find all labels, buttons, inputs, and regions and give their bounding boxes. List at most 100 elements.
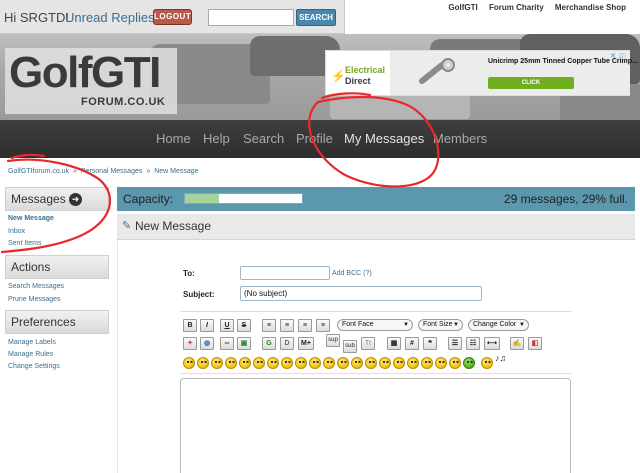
search-input[interactable] bbox=[208, 9, 294, 26]
superscript-button[interactable]: sup bbox=[326, 334, 340, 347]
table-icon[interactable]: ▦ bbox=[387, 337, 401, 350]
capacity-label: Capacity: bbox=[123, 192, 174, 206]
subject-field[interactable] bbox=[240, 286, 482, 301]
smiley-icon[interactable] bbox=[393, 357, 405, 369]
sidebar-prune-messages[interactable]: Prune Messages bbox=[8, 296, 61, 303]
site-logo[interactable]: GolfGTI FORUM.CO.UK bbox=[5, 48, 177, 114]
toggle-editor-icon[interactable]: ✍ bbox=[510, 337, 524, 350]
message-body-editor[interactable] bbox=[180, 378, 571, 473]
smiley-icon[interactable] bbox=[337, 357, 349, 369]
top-link-merchandise-shop[interactable]: Merchandise Shop bbox=[555, 3, 626, 12]
smiley-icon[interactable] bbox=[449, 357, 461, 369]
nav-help[interactable]: Help bbox=[203, 131, 230, 146]
sidebar-manage-rules[interactable]: Manage Rules bbox=[8, 351, 53, 358]
arrow-right-icon[interactable]: ➜ bbox=[69, 193, 82, 206]
smiley-icon[interactable] bbox=[239, 357, 251, 369]
smiley-icon[interactable] bbox=[463, 357, 475, 369]
ad-brand-logo: ⚡ Electrical Direct bbox=[328, 57, 390, 91]
font-face-select[interactable]: Font Face ▼ bbox=[337, 319, 413, 331]
unread-replies-link[interactable]: Unread Replies bbox=[65, 10, 155, 25]
sidebar-manage-labels[interactable]: Manage Labels bbox=[8, 339, 56, 346]
horizontal-rule-icon[interactable]: ⟷ bbox=[484, 337, 500, 350]
sidebar-search-messages[interactable]: Search Messages bbox=[8, 283, 64, 290]
nav-my-messages[interactable]: My Messages bbox=[344, 131, 424, 146]
top-link-forum-charity[interactable]: Forum Charity bbox=[489, 3, 544, 12]
smiley-icon[interactable] bbox=[481, 357, 493, 369]
breadcrumb-new-message[interactable]: New Message bbox=[154, 168, 198, 175]
italic-label: I bbox=[206, 322, 208, 329]
logo-main-text: GolfGTI bbox=[9, 48, 161, 97]
new-message-title: New Message bbox=[135, 219, 212, 233]
underline-button[interactable]: U bbox=[220, 319, 234, 332]
main-nav: Home Help Search Profile My Messages Mem… bbox=[0, 120, 640, 158]
image-icon[interactable]: ▣ bbox=[237, 337, 251, 350]
pen-icon: ✎ bbox=[122, 220, 132, 232]
nav-profile[interactable]: Profile bbox=[296, 131, 333, 146]
sidebar-inbox[interactable]: Inbox bbox=[8, 228, 25, 235]
smiley-icon[interactable] bbox=[323, 357, 335, 369]
strikethrough-button[interactable]: S bbox=[237, 319, 251, 332]
align-left-icon[interactable]: ≡ bbox=[262, 319, 276, 332]
smiley-icon[interactable] bbox=[267, 357, 279, 369]
bold-button[interactable]: B bbox=[183, 319, 197, 332]
nav-home[interactable]: Home bbox=[156, 131, 191, 146]
nav-search[interactable]: Search bbox=[243, 131, 284, 146]
spellcheck-icon[interactable]: ◧ bbox=[528, 337, 542, 350]
add-bcc-link[interactable]: Add BCC (?) bbox=[332, 270, 372, 277]
link-icon[interactable]: ∞ bbox=[220, 337, 234, 350]
top-link-golfgti[interactable]: GolfGTI bbox=[448, 3, 477, 12]
music-notes-icon[interactable]: ♪♫ bbox=[495, 353, 506, 363]
smiley-icon[interactable] bbox=[435, 357, 447, 369]
teletype-button[interactable]: Tt bbox=[361, 337, 375, 350]
logo-sub-text: FORUM.CO.UK bbox=[81, 96, 166, 108]
smiley-icon[interactable] bbox=[281, 357, 293, 369]
sidebar-change-settings[interactable]: Change Settings bbox=[8, 363, 60, 370]
bullet-list-icon[interactable]: ☰ bbox=[448, 337, 462, 350]
smiley-icon[interactable] bbox=[211, 357, 223, 369]
smiley-icon[interactable] bbox=[225, 357, 237, 369]
nav-members[interactable]: Members bbox=[433, 131, 487, 146]
smiley-icon[interactable] bbox=[183, 357, 195, 369]
change-color-select[interactable]: Change Color ▼ bbox=[468, 319, 529, 331]
sidebar-sent-items[interactable]: Sent Items bbox=[8, 240, 41, 247]
smiley-icon[interactable] bbox=[379, 357, 391, 369]
globe-icon[interactable]: ◍ bbox=[200, 337, 214, 350]
logout-button[interactable]: LOGOUT bbox=[153, 9, 192, 25]
strike-label: S bbox=[241, 322, 247, 329]
subscript-button[interactable]: sub bbox=[343, 340, 357, 353]
justify-icon[interactable]: ≡ bbox=[316, 319, 330, 332]
smiley-icon[interactable] bbox=[421, 357, 433, 369]
code-button[interactable]: # bbox=[405, 337, 419, 350]
align-right-icon[interactable]: ≡ bbox=[298, 319, 312, 332]
smiley-icon[interactable] bbox=[253, 357, 265, 369]
shadow-button[interactable]: D bbox=[280, 337, 294, 350]
smiley-icon[interactable] bbox=[197, 357, 209, 369]
flash-icon[interactable]: ✦ bbox=[183, 337, 197, 350]
italic-button[interactable]: I bbox=[200, 319, 214, 332]
ad-close-icon[interactable]: ✕ bbox=[610, 52, 616, 60]
sidebar-new-message[interactable]: New Message bbox=[8, 215, 54, 222]
capacity-status: 29 messages, 29% full. bbox=[503, 192, 628, 206]
ad-click-button[interactable]: CLICK bbox=[488, 77, 574, 89]
advertisement[interactable]: ⚡ Electrical Direct Unicrimp 25mm Tinned… bbox=[325, 50, 638, 96]
breadcrumb-personal-messages[interactable]: Personal Messages bbox=[81, 168, 142, 175]
to-label: To: bbox=[183, 269, 195, 278]
smiley-icon[interactable] bbox=[351, 357, 363, 369]
font-size-select[interactable]: Font Size ▼ bbox=[418, 319, 463, 331]
quote-icon[interactable]: ❝ bbox=[423, 337, 437, 350]
align-center-icon[interactable]: ≡ bbox=[280, 319, 294, 332]
smiley-icon[interactable] bbox=[407, 357, 419, 369]
smiley-icon[interactable] bbox=[309, 357, 321, 369]
breadcrumb-home[interactable]: GolfGTIforum.co.uk bbox=[8, 168, 69, 175]
numbered-list-icon[interactable]: ☷ bbox=[466, 337, 480, 350]
top-bar: Hi SRGTD! Unread Replies LOGOUT SEARCH G… bbox=[0, 0, 640, 36]
ad-info-icon[interactable]: ⓘ bbox=[619, 52, 626, 62]
search-button[interactable]: SEARCH bbox=[296, 9, 336, 26]
to-field[interactable] bbox=[240, 266, 330, 280]
move-button[interactable]: M+ bbox=[298, 337, 314, 350]
breadcrumb-separator: » bbox=[146, 168, 151, 175]
capacity-bar: Capacity: 29 messages, 29% full. bbox=[117, 187, 635, 211]
smiley-icon[interactable] bbox=[295, 357, 307, 369]
glow-button[interactable]: G bbox=[262, 337, 276, 350]
smiley-icon[interactable] bbox=[365, 357, 377, 369]
